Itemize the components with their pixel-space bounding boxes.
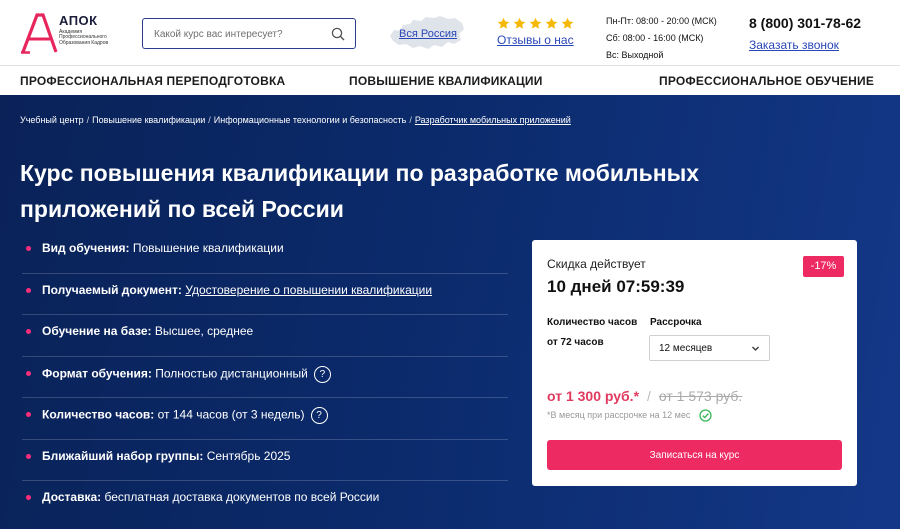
logo-name: АПОК <box>59 13 98 28</box>
breadcrumb-current[interactable]: Разработчик мобильных приложений <box>415 115 571 125</box>
document-link[interactable]: Удостоверение о повышении квалификации <box>185 283 432 297</box>
hours-value: от 72 часов <box>547 337 604 348</box>
help-icon[interactable]: ? <box>310 407 328 424</box>
chevron-down-icon <box>752 346 759 351</box>
countdown-timer: 10 дней 07:59:39 <box>547 277 685 296</box>
reviews-block: Отзывы о нас <box>497 17 574 47</box>
bullet-icon <box>26 495 31 500</box>
hours-label: Количество часов <box>547 317 638 328</box>
feature-row: Вид обучения: Повышение квалификации <box>22 232 508 274</box>
breadcrumb-qualification[interactable]: Повышение квалификации <box>92 115 205 125</box>
bullet-icon <box>26 287 31 293</box>
star-icon <box>529 17 542 29</box>
search-box <box>142 18 356 49</box>
feature-row: Количество часов: от 144 часов (от 3 нед… <box>22 398 508 440</box>
schedule-weekdays: Пн-Пт: 08:00 - 20:00 (МСК) <box>606 16 717 26</box>
logo-subtitle: Академия Профессионального Образования К… <box>59 29 109 46</box>
price-card: Скидка действует -17% 10 дней 07:59:39 К… <box>532 240 857 486</box>
feature-value: Повышение квалификации <box>132 241 284 255</box>
breadcrumb-separator: / <box>409 115 412 125</box>
price-old: от 1 573 руб. <box>658 388 743 404</box>
callback-link[interactable]: Заказать звонок <box>749 38 861 52</box>
feature-label: Доставка: <box>42 490 102 504</box>
feature-row: Доставка: бесплатная доставка документов… <box>22 481 508 523</box>
price-row: от 1 300 руб.* / от 1 573 руб. <box>547 388 742 404</box>
course-features: Вид обучения: Повышение квалификации Пол… <box>22 232 508 523</box>
price-new: от 1 300 руб.* <box>547 388 640 404</box>
bullet-icon <box>26 246 31 251</box>
search-icon[interactable] <box>331 27 345 41</box>
feature-label: Формат обучения: <box>42 366 152 381</box>
installment-value: 12 месяцев <box>659 343 713 354</box>
rating-stars <box>497 17 574 30</box>
work-schedule: Пн-Пт: 08:00 - 20:00 (МСК) Сб: 08:00 - 1… <box>606 13 717 64</box>
feature-label: Ближайший набор группы: <box>42 448 204 463</box>
help-icon[interactable]: ? <box>313 365 331 383</box>
breadcrumb-separator: / <box>208 115 211 125</box>
feature-row: Обучение на базе: Высшее, среднее <box>22 315 508 357</box>
star-icon <box>513 17 526 29</box>
star-icon <box>561 17 574 29</box>
search-input[interactable] <box>154 26 324 42</box>
bullet-icon <box>26 453 31 459</box>
feature-value: Высшее, среднее <box>154 324 254 338</box>
nav-item-training[interactable]: ПРОФЕССИОНАЛЬНОЕ ОБУЧЕНИЕ <box>659 74 874 88</box>
logo-a-icon <box>21 13 58 54</box>
site-header: АПОК Академия Профессионального Образова… <box>0 0 900 65</box>
reviews-link[interactable]: Отзывы о нас <box>497 33 574 47</box>
nav-item-qualification[interactable]: ПОВЫШЕНИЕ КВАЛИФИКАЦИИ <box>349 74 543 88</box>
star-icon <box>497 17 510 29</box>
feature-row: Ближайший набор группы: Сентябрь 2025 <box>22 440 508 481</box>
feature-label: Количество часов: <box>42 407 155 422</box>
installment-select[interactable]: 12 месяцев <box>649 335 770 361</box>
bullet-icon <box>26 329 31 334</box>
breadcrumb: Учебный центр / Повышение квалификации / Инф… <box>20 115 571 125</box>
breadcrumb-it[interactable]: Информационные технологии и безопасность <box>214 115 407 125</box>
feature-value: от 144 часов (от 3 недель) <box>157 407 305 422</box>
site-logo[interactable]: АПОК Академия Профессионального Образова… <box>20 12 120 56</box>
feature-value: бесплатная доставка документов по всей Р… <box>104 490 380 504</box>
feature-value: Сентябрь 2025 <box>206 448 291 463</box>
nav-item-retraining[interactable]: ПРОФЕССИОНАЛЬНАЯ ПЕРЕПОДГОТОВКА <box>20 74 285 88</box>
price-note-text: *В месяц при рассрочке на 12 мес <box>547 409 691 420</box>
feature-row: Формат обучения: Полностью дистанционный… <box>22 357 508 398</box>
price-separator: / <box>647 388 651 404</box>
price-note: *В месяц при рассрочке на 12 мес <box>547 409 712 422</box>
discount-label: Скидка действует <box>547 257 646 271</box>
installment-label: Рассрочка <box>650 317 702 328</box>
bullet-icon <box>26 412 31 417</box>
breadcrumb-separator: / <box>86 115 90 125</box>
discount-badge: -17% <box>803 256 844 277</box>
feature-row: Получаемый документ: Удостоверение о пов… <box>22 274 508 315</box>
check-circle-icon <box>699 409 712 422</box>
feature-label: Получаемый документ: <box>42 282 182 297</box>
contact-block: 8 (800) 301-78-62 Заказать звонок <box>749 15 861 52</box>
schedule-sunday: Вс: Выходной <box>606 50 664 60</box>
region-link[interactable]: Вся Россия <box>399 28 457 40</box>
phone-number[interactable]: 8 (800) 301-78-62 <box>749 15 861 31</box>
feature-label: Вид обучения: <box>42 241 130 255</box>
bullet-icon <box>26 370 31 376</box>
hero-section: Учебный центр / Повышение квалификации / Инф… <box>0 95 900 529</box>
main-nav: ПРОФЕССИОНАЛЬНАЯ ПЕРЕПОДГОТОВКА ПОВЫШЕНИ… <box>0 65 900 95</box>
enroll-button[interactable]: Записаться на курс <box>547 440 842 470</box>
page-title: Курс повышения квалификации по разработк… <box>20 160 700 222</box>
feature-label: Обучение на базе: <box>42 324 152 338</box>
schedule-saturday: Сб: 08:00 - 16:00 (МСК) <box>606 33 704 43</box>
feature-value: Полностью дистанционный <box>155 366 308 381</box>
region-selector[interactable]: Вся Россия <box>388 14 468 52</box>
star-icon <box>545 17 558 29</box>
breadcrumb-home[interactable]: Учебный центр <box>20 115 84 125</box>
